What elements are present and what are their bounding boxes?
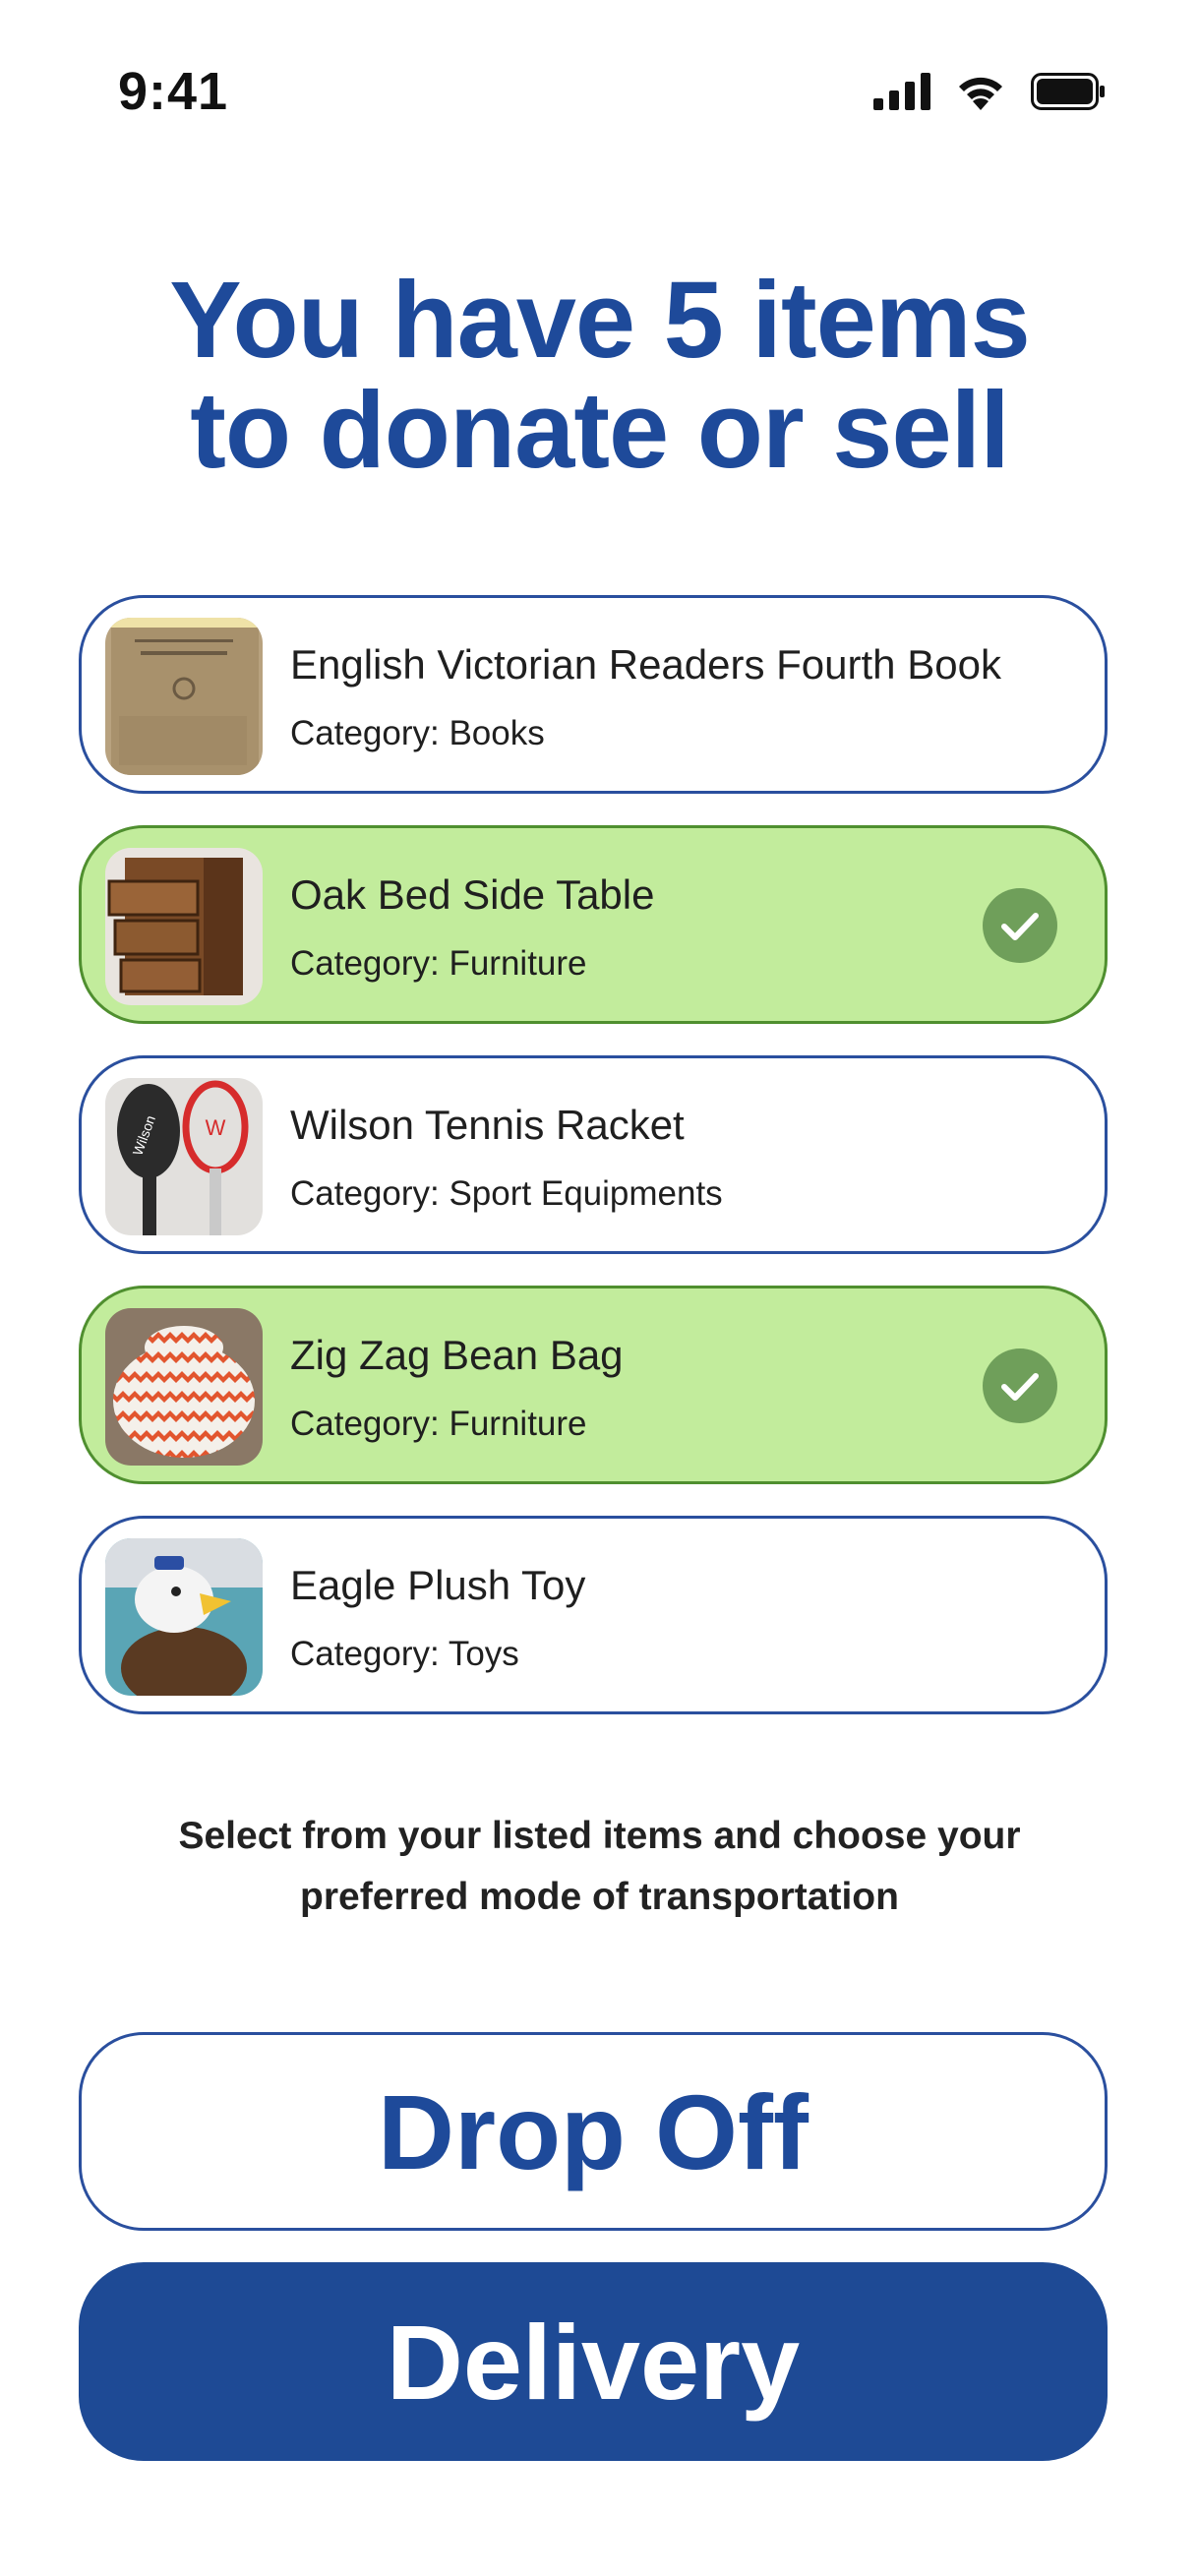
item-card-bean-bag[interactable]: Zig Zag Bean Bag Category: Furniture [79,1286,1108,1484]
status-icons [873,73,1106,115]
bedside-table-photo [105,848,263,1005]
drop-off-button[interactable]: Drop Off [79,2032,1108,2231]
status-time: 9:41 [118,62,229,121]
items-list: English Victorian Readers Fourth Book Ca… [79,595,1108,1746]
battery-icon [1031,73,1106,115]
eagle-plush-photo [105,1538,263,1696]
item-category: Category: Sport Equipments [290,1174,723,1213]
item-name: Wilson Tennis Racket [290,1102,685,1148]
cellular-signal-icon [873,73,930,115]
item-name: Eagle Plush Toy [290,1562,586,1608]
item-card-eagle-plush[interactable]: Eagle Plush Toy Category: Toys [79,1516,1108,1714]
svg-text:W: W [206,1115,226,1140]
item-card-tennis-racket[interactable]: Wilson W Wilson Tennis Racket Category: … [79,1055,1108,1254]
instruction-line1: Select from your listed items and choose… [178,1815,1021,1857]
wifi-icon [956,73,1005,115]
item-name: English Victorian Readers Fourth Book [290,641,1001,688]
item-card-bedside-table[interactable]: Oak Bed Side Table Category: Furniture [79,825,1108,1024]
page-title-line2: to donate or sell [190,370,1010,491]
item-category: Category: Toys [290,1635,519,1673]
book-photo [105,618,263,775]
check-icon [983,888,1057,963]
page-title: You have 5 items to donate or sell [59,266,1140,486]
page-title-line1: You have 5 items [169,260,1031,381]
delivery-button[interactable]: Delivery [79,2262,1108,2461]
instruction-text: Select from your listed items and choose… [118,1806,1081,1928]
item-category: Category: Furniture [290,944,587,983]
item-name: Zig Zag Bean Bag [290,1332,624,1378]
item-name: Oak Bed Side Table [290,871,655,918]
item-card-book[interactable]: English Victorian Readers Fourth Book Ca… [79,595,1108,794]
check-icon [983,1348,1057,1423]
item-category: Category: Furniture [290,1405,587,1443]
tennis-racket-photo: Wilson W [105,1078,263,1235]
instruction-line2: preferred mode of transportation [300,1876,899,1918]
status-bar: 9:41 [0,0,1199,187]
bean-bag-photo [105,1308,263,1466]
item-category: Category: Books [290,714,545,752]
